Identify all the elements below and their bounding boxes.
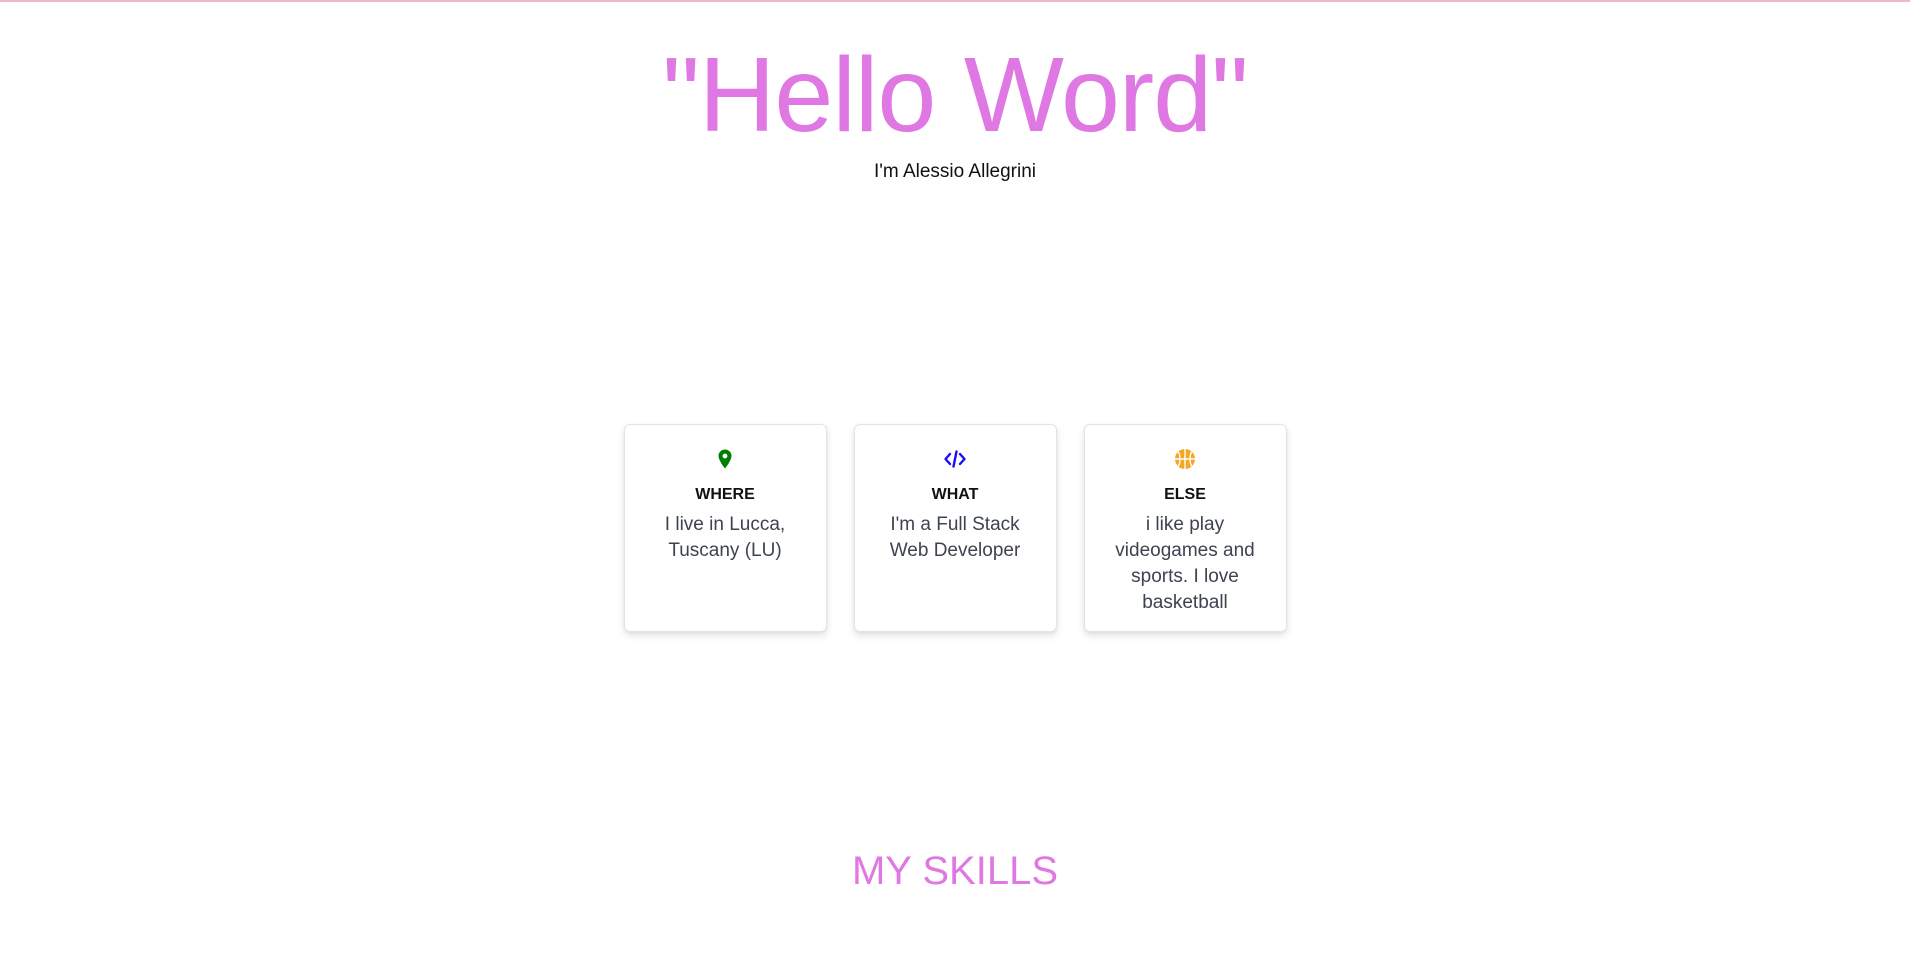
card-title: WHERE bbox=[695, 486, 755, 503]
card-title: WHAT bbox=[931, 486, 979, 503]
card-title: ELSE bbox=[1164, 486, 1206, 503]
card-text: i like play videogames and sports. I lov… bbox=[1115, 514, 1255, 613]
hero-subtitle: I'm Alessio Allegrini bbox=[873, 161, 1037, 182]
card-text: I live in Lucca, Tuscany (LU) bbox=[664, 514, 786, 561]
code-icon bbox=[943, 447, 967, 471]
hero-title: "Hello Word" bbox=[662, 36, 1249, 154]
top-border bbox=[0, 0, 1910, 2]
card-what: WHAT I'm a Full Stack Web Developer bbox=[853, 424, 1057, 632]
map-pin-icon bbox=[713, 447, 737, 471]
info-cards: WHERE I live in Lucca, Tuscany (LU) WHAT… bbox=[0, 424, 1910, 632]
basketball-icon bbox=[1173, 447, 1197, 471]
card-text: I'm a Full Stack Web Developer bbox=[889, 514, 1021, 561]
card-where: WHERE I live in Lucca, Tuscany (LU) bbox=[623, 424, 827, 632]
skills-heading: MY SKILLS bbox=[851, 849, 1059, 893]
hero-section: "Hello Word" I'm Alessio Allegrini bbox=[0, 36, 1910, 184]
card-else: ELSE i like play videogames and sports. … bbox=[1083, 424, 1287, 632]
